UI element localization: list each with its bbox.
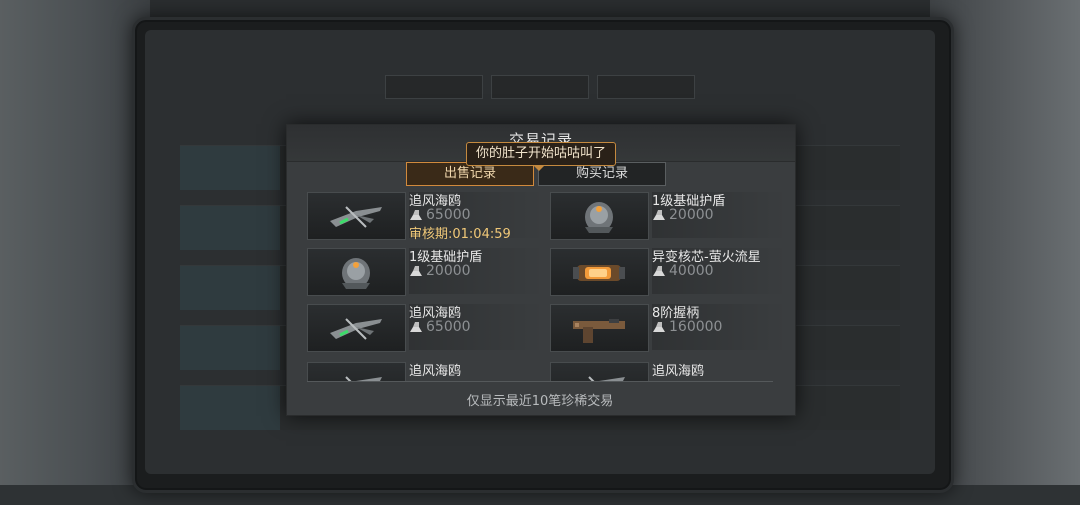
shield-orb-icon [585, 202, 613, 233]
crossbow-icon [330, 318, 382, 340]
item-thumbnail [550, 304, 649, 352]
item-thumbnail [307, 362, 406, 382]
gold-bar-icon [410, 266, 422, 276]
crossbow-icon [588, 376, 625, 382]
gold-bar-icon [653, 266, 665, 276]
item-price: 160000 [652, 319, 722, 335]
item-thumbnail [307, 192, 406, 240]
list-item[interactable]: 异变核芯-萤火流星 40000 [550, 246, 788, 296]
dimmed-tabs [385, 75, 695, 99]
gold-bar-icon [410, 210, 422, 220]
item-price: 20000 [409, 263, 471, 279]
item-price: 20000 [652, 207, 714, 223]
item-name: 追风海鸥 [652, 364, 705, 379]
item-price-value: 65000 [426, 207, 471, 223]
list-item[interactable]: 追风海鸥 [550, 360, 788, 382]
item-name: 追风海鸥 [409, 364, 462, 379]
list-item[interactable]: 追风海鸥 65000 审核期:01:04:59 [307, 190, 545, 242]
item-thumbnail [307, 304, 406, 352]
background-left-blur [0, 0, 150, 505]
list-item[interactable]: 追风海鸥 [307, 360, 545, 382]
item-thumbnail [307, 248, 406, 296]
dimmed-tab [597, 75, 695, 99]
item-thumbnail [550, 362, 649, 382]
review-period: 审核期:01:04:59 [409, 227, 511, 242]
item-thumbnail [550, 192, 649, 240]
dimmed-tab [491, 75, 589, 99]
gold-bar-icon [410, 322, 422, 332]
core-canister-icon [573, 265, 625, 281]
gold-bar-icon [653, 322, 665, 332]
item-thumbnail [550, 248, 649, 296]
list-item[interactable]: 8阶握柄 160000 [550, 302, 788, 352]
item-price: 65000 [409, 207, 471, 223]
item-price-value: 20000 [669, 207, 714, 223]
item-price: 40000 [652, 263, 714, 279]
shield-orb-icon [342, 258, 370, 289]
list-divider [307, 381, 773, 382]
item-price-value: 65000 [426, 319, 471, 335]
item-price-value: 20000 [426, 263, 471, 279]
item-price-value: 160000 [669, 319, 723, 335]
list-item[interactable]: 追风海鸥 65000 [307, 302, 545, 352]
dimmed-tab [385, 75, 483, 99]
list-item[interactable]: 1级基础护盾 20000 [307, 246, 545, 296]
hunger-tooltip: 你的肚子开始咕咕叫了 [466, 142, 616, 171]
list-item[interactable]: 1级基础护盾 20000 [550, 190, 788, 240]
footer-note: 仅显示最近10笔珍稀交易 [466, 394, 614, 409]
crossbow-icon [330, 206, 382, 228]
weapon-grip-icon [573, 319, 625, 343]
crossbow-icon [345, 376, 382, 382]
item-price-value: 40000 [669, 263, 714, 279]
gold-bar-icon [653, 210, 665, 220]
trade-record-list[interactable]: 追风海鸥 65000 审核期:01:04:59 1级基础护盾 20000 1级基… [307, 190, 797, 382]
item-price: 65000 [409, 319, 471, 335]
